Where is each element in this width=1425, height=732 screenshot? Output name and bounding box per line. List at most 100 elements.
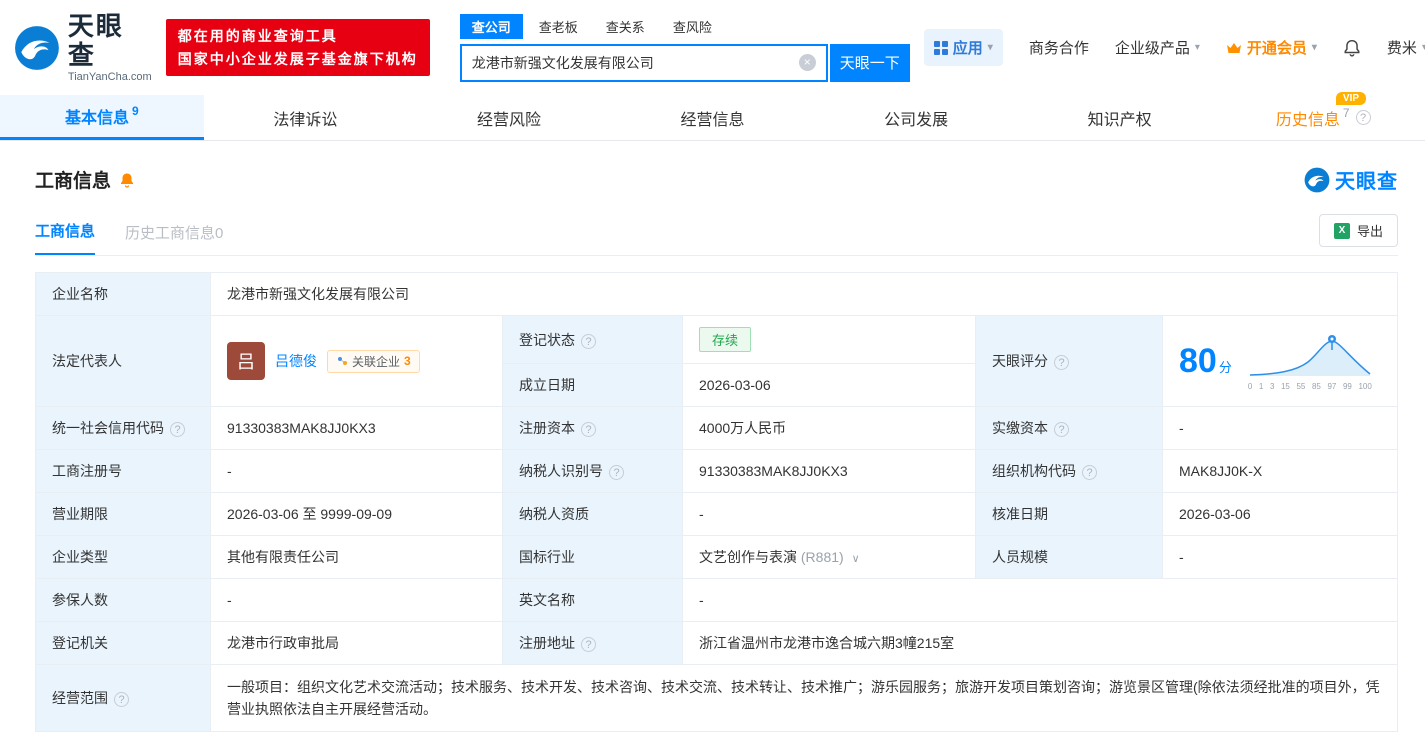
- paid-capital-value-cell: -: [1162, 406, 1398, 451]
- search-input[interactable]: [461, 54, 799, 71]
- status-badge: 存续: [699, 327, 752, 353]
- tab-count: 7: [1342, 105, 1350, 120]
- field-label: 纳税人资质: [519, 506, 589, 523]
- reg-capital-value-cell: 4000万人民币: [682, 406, 976, 451]
- tab-company-development[interactable]: 公司发展: [814, 95, 1018, 140]
- reg-address-label-cell: 注册地址?: [502, 621, 683, 666]
- search-tab-company[interactable]: 查公司: [459, 13, 523, 39]
- table-row: 法定代表人 吕 吕德俊 关联企业 3 登记状态? 存续 天眼评分 ? 80 分 …: [35, 315, 1398, 408]
- field-label: 登记状态: [519, 331, 575, 348]
- tab-intellectual-property[interactable]: 知识产权: [1018, 95, 1222, 140]
- top-header: 天眼查 TianYanCha.com 都在用的商业查询工具 国家中小企业发展子基…: [0, 0, 1425, 91]
- help-icon[interactable]: ?: [581, 637, 596, 653]
- field-label: 统一社会信用代码: [52, 420, 164, 437]
- industry-label-cell: 国标行业: [502, 535, 683, 580]
- company-type-label-cell: 企业类型: [35, 535, 211, 580]
- tab-label: 历史信息: [1275, 111, 1340, 129]
- score-curve-chart: [1249, 334, 1371, 376]
- establish-date-label-cell: 成立日期: [502, 363, 683, 408]
- help-icon[interactable]: ?: [609, 465, 624, 481]
- chevron-down-icon: ▾: [1311, 42, 1317, 54]
- search-tab-risk[interactable]: 查风险: [661, 14, 724, 39]
- chevron-down-icon: ▾: [1194, 42, 1200, 54]
- excel-icon: X: [1333, 222, 1350, 239]
- nav-enterprise[interactable]: 企业级产品 ▾: [1115, 37, 1200, 58]
- search-tab-relation[interactable]: 查关系: [594, 14, 657, 39]
- score-unit: 分: [1218, 360, 1232, 376]
- field-label: 注册地址: [519, 635, 575, 652]
- legal-rep-name-link[interactable]: 吕德俊: [275, 351, 317, 371]
- legal-rep-avatar[interactable]: 吕: [227, 342, 265, 381]
- field-label: 组织机构代码: [992, 463, 1076, 480]
- table-row: 登记机关 龙港市行政审批局 注册地址? 浙江省温州市龙港市逸合城六期3幢215室: [35, 621, 1398, 666]
- field-label: 实缴资本: [992, 420, 1048, 437]
- help-icon[interactable]: ?: [1082, 465, 1097, 481]
- tab-label: 经营信息: [680, 111, 745, 129]
- page-title: 工商信息: [35, 171, 112, 193]
- clear-icon[interactable]: ×: [798, 54, 816, 72]
- export-label: 导出: [1356, 224, 1383, 240]
- help-icon[interactable]: ?: [1054, 355, 1069, 371]
- search-button[interactable]: 天眼一下: [829, 43, 910, 82]
- org-code-value-cell: MAK8JJ0K-X: [1162, 449, 1398, 494]
- promo-banner: 都在用的商业查询工具 国家中小企业发展子基金旗下机构: [165, 19, 430, 77]
- help-icon[interactable]: ?: [581, 422, 596, 438]
- english-name-label-cell: 英文名称: [502, 578, 683, 623]
- notification-bell-button[interactable]: [1343, 39, 1361, 57]
- tab-count: 9: [131, 104, 139, 119]
- establish-date-value-cell: 2026-03-06: [682, 363, 976, 408]
- field-label: 企业名称: [52, 286, 108, 303]
- export-button[interactable]: X 导出: [1318, 214, 1398, 248]
- bell-icon: [1344, 39, 1360, 57]
- score-label-cell: 天眼评分?: [975, 315, 1163, 408]
- help-icon[interactable]: ?: [170, 422, 185, 438]
- tab-basic-info[interactable]: 基本信息 9: [0, 95, 204, 141]
- credit-code-value-cell: 91330383MAK8JJ0KX3: [210, 406, 503, 451]
- help-icon[interactable]: ?: [581, 333, 596, 349]
- promo-line-2: 国家中小企业发展子基金旗下机构: [177, 50, 418, 67]
- tianyancha-logo[interactable]: 天眼查 TianYanCha.com: [14, 12, 152, 83]
- credit-code-label-cell: 统一社会信用代码?: [35, 406, 211, 451]
- company-name-label-cell: 企业名称: [35, 272, 211, 317]
- help-icon[interactable]: ?: [114, 692, 129, 708]
- company-name-value-cell: 龙港市新强文化发展有限公司: [210, 272, 1398, 317]
- business-scope-value-cell: 一般项目：组织文化艺术交流活动；技术服务、技术开发、技术咨询、技术交流、技术转让…: [210, 664, 1398, 732]
- related-graph-icon: [338, 357, 347, 366]
- watermark-brand-text: 天眼查: [1335, 171, 1398, 194]
- score-chart: 0 1 3 15 55 85 97 99 100: [1248, 332, 1374, 391]
- nav-user-label: 费米: [1386, 40, 1417, 58]
- tab-history-info[interactable]: VIP 历史信息 7 ?: [1221, 91, 1425, 140]
- chevron-down-icon: ▾: [987, 42, 993, 54]
- nav-open-vip[interactable]: 开通会员 ▾: [1226, 37, 1317, 58]
- chevron-down-icon[interactable]: ∨: [852, 553, 860, 565]
- table-row: 企业类型 其他有限责任公司 国标行业 文艺创作与表演 (R881) ∨ 人员规模…: [35, 535, 1398, 580]
- search-tab-boss[interactable]: 查老板: [527, 14, 590, 39]
- insured-count-label-cell: 参保人数: [35, 578, 211, 623]
- table-row: 营业期限 2026-03-06 至 9999-09-09 纳税人资质 - 核准日…: [35, 492, 1398, 537]
- nav-apps[interactable]: 应用 ▾: [923, 29, 1003, 67]
- help-icon[interactable]: ?: [1054, 422, 1069, 438]
- nav-user-menu[interactable]: 费米 ▾: [1387, 37, 1425, 58]
- tab-legal-litigation[interactable]: 法律诉讼: [204, 95, 408, 140]
- staff-size-value-cell: -: [1162, 535, 1398, 580]
- section-head: 工商信息 天眼查: [35, 165, 1398, 194]
- taxpayer-quality-value-cell: -: [682, 492, 976, 537]
- nav-cooperation[interactable]: 商务合作: [1029, 37, 1089, 58]
- org-code-label-cell: 组织机构代码?: [975, 449, 1163, 494]
- subtab-history-business-info[interactable]: 历史工商信息0: [125, 222, 223, 255]
- field-label: 英文名称: [519, 592, 575, 609]
- tianyancha-wave-icon: [15, 25, 59, 70]
- subtab-business-info[interactable]: 工商信息: [35, 220, 96, 256]
- reg-capital-label-cell: 注册资本?: [502, 406, 683, 451]
- field-label: 企业类型: [52, 549, 108, 566]
- nav-enterprise-label: 企业级产品: [1114, 40, 1190, 58]
- alert-bell-icon[interactable]: [119, 172, 135, 188]
- field-label: 国标行业: [519, 549, 575, 566]
- help-icon[interactable]: ?: [1355, 110, 1371, 126]
- field-label: 工商注册号: [52, 463, 122, 480]
- score-value: 80: [1179, 342, 1217, 381]
- tab-operation-risk[interactable]: 经营风险: [407, 95, 611, 140]
- related-companies-badge[interactable]: 关联企业 3: [327, 349, 420, 373]
- tab-operation-info[interactable]: 经营信息: [611, 95, 815, 140]
- score-value-cell: 80 分 0 1 3 15 55 85 97 99 100: [1162, 315, 1398, 408]
